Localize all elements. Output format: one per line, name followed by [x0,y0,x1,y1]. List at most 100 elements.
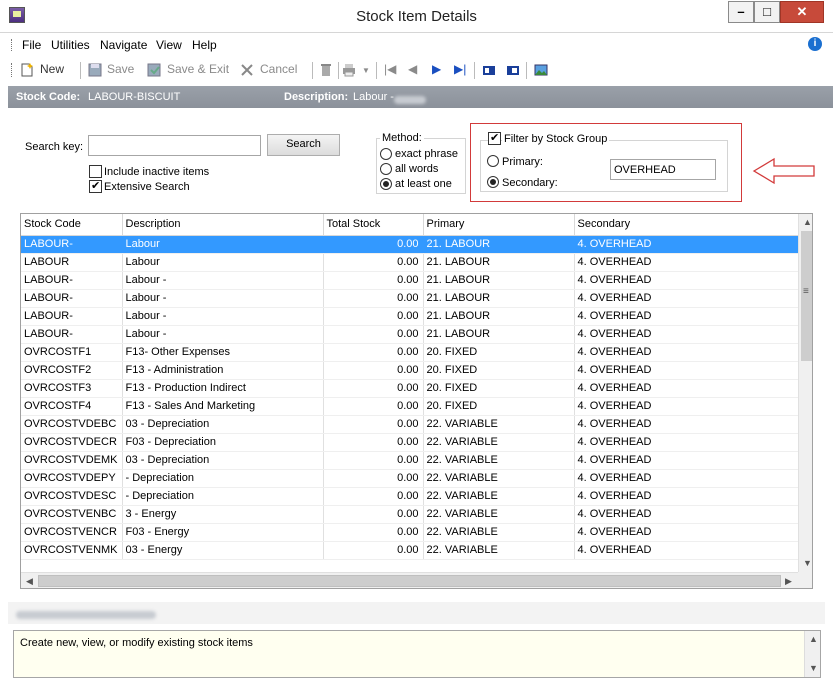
scroll-left-icon[interactable]: ◀ [26,576,33,587]
cell-total-stock: 0.00 [323,361,424,380]
cell-secondary: 4. OVERHEAD [574,433,799,452]
table-row[interactable]: OVRCOSTVDEMK 03 - Depreciation 0.00 22. VAR… [21,451,799,470]
cell-total-stock: 0.00 [323,505,424,524]
table-row[interactable]: OVRCOSTF4 F13 - Sales And Marketing 0.00 20… [21,397,799,416]
cell-description: 03 - Depreciation [122,415,324,434]
cell-secondary: 4. OVERHEAD [574,523,799,542]
info-icon[interactable]: i [808,37,822,51]
cell-total-stock: 0.00 [323,307,424,326]
cell-secondary: 4. OVERHEAD [574,361,799,380]
column-total-stock[interactable]: Total Stock [323,214,424,236]
table-row[interactable]: OVRCOSTVDESC - Depreciation 0.00 22. VARIAB… [21,487,799,506]
column-stock-code[interactable]: Stock Code [21,214,123,236]
minimize-button[interactable]: – [728,1,754,23]
cell-description: F03 - Energy [122,523,324,542]
filter-by-stock-group-label: Filter by Stock Group [502,133,610,145]
table-row[interactable]: LABOUR- Labour -0.00 21. LABOUR 4. OVERHEAD [21,271,799,290]
description-value: Labour - [353,91,394,103]
cell-description: Labour [122,235,324,254]
table-row[interactable]: OVRCOSTVENMK 03 - Energy 0.00 22. VARIABLE 4… [21,541,799,560]
radio-exact-phrase[interactable] [380,148,392,160]
cell-secondary: 4. OVERHEAD [574,397,799,416]
table-body: LABOUR- Labour 0.00 21. LABOUR 4. OVERHEAD LA… [21,235,799,560]
column-primary[interactable]: Primary [423,214,575,236]
new-button[interactable]: New [40,62,64,76]
menu-help[interactable]: Help [192,38,217,52]
search-panel: Search key: Search Include inactive item… [8,112,825,602]
search-key-input[interactable] [88,135,261,156]
column-description[interactable]: Description [122,214,324,236]
cell-total-stock: 0.00 [323,235,424,254]
vertical-scrollbar[interactable]: ▲ ≡ ▼ [798,214,812,572]
table-row[interactable]: OVRCOSTVENBC 3 - Energy 0.00 22. VARIABLE 4.… [21,505,799,524]
horizontal-scrollbar[interactable]: ◀ ▶ [21,572,798,588]
picture-icon[interactable] [534,63,548,77]
print-dropdown-icon[interactable]: ▼ [362,66,370,75]
table-row[interactable]: OVRCOSTF3 F13 - Production Indirect 0.00 20… [21,379,799,398]
scroll-down-icon[interactable]: ▼ [803,558,812,568]
cell-description: Labour - [122,307,324,326]
scroll-grip-icon: ≡ [803,286,809,297]
table-row[interactable]: LABOUR- Labour -0.00 21. LABOUR 4. OVERHEAD [21,289,799,308]
table-row[interactable]: LABOUR- Labour -0.00 21. LABOUR 4. OVERHEAD [21,325,799,344]
description-label: Description: [284,91,349,103]
cell-description: 03 - Depreciation [122,451,324,470]
next-record-icon[interactable]: ▶ [432,62,441,76]
table-row[interactable]: OVRCOSTF2 F13 - Administration 0.00 20. FIX… [21,361,799,380]
maximize-button[interactable]: □ [754,1,780,23]
scroll-up-icon[interactable]: ▲ [803,217,812,227]
include-inactive-checkbox[interactable] [89,165,102,178]
desc-scroll-up-icon[interactable]: ▲ [809,634,818,644]
menu-file[interactable]: File [22,38,41,52]
print-icon[interactable] [342,63,356,77]
radio-secondary[interactable] [487,176,499,188]
cell-total-stock: 0.00 [323,487,424,506]
table-row[interactable]: OVRCOSTF1 F13- Other Expenses 0.00 20. FIXE… [21,343,799,362]
description-scrollbar[interactable]: ▲ ▼ [804,631,820,677]
filter-by-stock-group-checkbox[interactable] [488,131,501,145]
table-row[interactable]: OVRCOSTVDEBC 03 - Depreciation 0.00 22. VAR… [21,415,799,434]
previous-record-icon[interactable]: ◀ [408,62,417,76]
help-description-box: Create new, view, or modify existing sto… [13,630,821,678]
toolbar-separator [474,62,475,79]
stock-code-label: Stock Code: [16,91,81,103]
table-row[interactable]: OVRCOSTVENCR F03 - Energy 0.00 22. VARIABLE… [21,523,799,542]
save-exit-button[interactable]: Save & Exit [167,62,229,76]
cell-secondary: 4. OVERHEAD [574,343,799,362]
radio-primary[interactable] [487,155,499,167]
close-button[interactable]: ✕ [780,1,824,23]
cell-primary: 22. VARIABLE [423,451,575,470]
cell-stock-code: LABOUR [21,253,123,272]
extensive-search-checkbox[interactable] [89,179,102,193]
horizontal-scroll-thumb[interactable] [38,575,781,587]
cell-secondary: 4. OVERHEAD [574,289,799,308]
menu-navigate[interactable]: Navigate [100,38,147,52]
cancel-button[interactable]: Cancel [260,62,297,76]
record-view-icon[interactable] [482,63,496,77]
scroll-right-icon[interactable]: ▶ [785,576,792,587]
save-button[interactable]: Save [107,62,134,76]
cell-stock-code: OVRCOSTVDESC [21,487,123,506]
list-view-icon[interactable] [506,63,520,77]
cell-primary: 21. LABOUR [423,307,575,326]
first-record-icon[interactable]: |◀ [384,62,396,76]
cell-description: F13- Other Expenses [122,343,324,362]
cell-primary: 21. LABOUR [423,289,575,308]
table-row[interactable]: OVRCOSTVDECR F03 - Depreciation 0.00 22. VA… [21,433,799,452]
radio-all-words[interactable] [380,163,392,175]
stock-group-input[interactable] [610,159,716,180]
cell-description: Labour [122,253,324,272]
desc-scroll-down-icon[interactable]: ▼ [809,663,818,673]
menu-utilities[interactable]: Utilities [51,38,90,52]
delete-icon[interactable] [319,63,333,77]
last-record-icon[interactable]: ▶| [454,62,466,76]
search-button[interactable]: Search [267,134,340,156]
table-row[interactable]: OVRCOSTVDEPY - Depreciation 0.00 22. VARIAB… [21,469,799,488]
table-row[interactable]: LABOUR- Labour 0.00 21. LABOUR 4. OVERHEAD [21,235,799,254]
table-row[interactable]: LABOUR Labour 0.00 21. LABOUR 4. OVERHEAD [21,253,799,272]
table-row[interactable]: LABOUR- Labour -0.00 21. LABOUR 4. OVERHEAD [21,307,799,326]
column-secondary[interactable]: Secondary [574,214,799,236]
cell-total-stock: 0.00 [323,253,424,272]
menu-view[interactable]: View [156,38,182,52]
radio-at-least-one[interactable] [380,178,392,190]
